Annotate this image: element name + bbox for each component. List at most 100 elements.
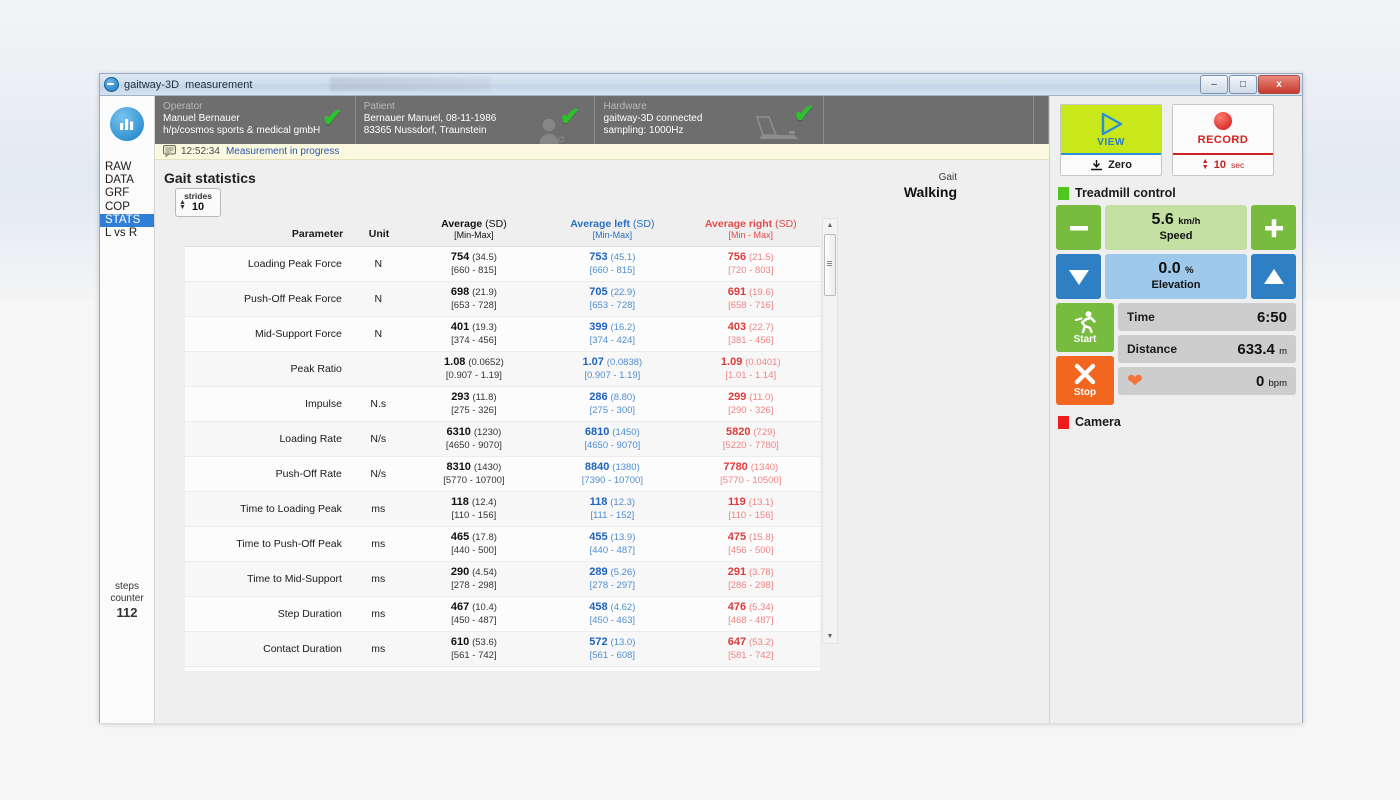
record-spinner-arrows[interactable]: ▲ ▼ [1202,158,1209,171]
cell-right-range: [381 - 456] [728,335,774,346]
cell-average-range: [4650 - 9070] [445,440,502,451]
maximize-button[interactable]: □ [1229,75,1257,94]
sidebar-item-label: L vs R [105,227,138,240]
table-row[interactable]: Time to Push-Off Peak ms 465 (17.8) [440 - … [185,526,820,562]
strides-spinner-arrows[interactable]: ▲ ▼ [179,199,186,211]
view-button[interactable]: VIEW Zero [1060,104,1162,176]
cell-average-left: 286 (8.80) [275 - 300] [543,386,682,422]
speed-decrease-button[interactable] [1056,205,1101,250]
cell-average-sd: (4.54) [472,567,497,578]
sidebar-item-data[interactable]: DATA [100,174,154,187]
cell-average-right: 647 (53.2) [581 - 742] [681,631,820,667]
table-row[interactable]: Push-Off Rate N/s 8310 (1430) [5770 - 10700… [185,456,820,492]
gait-statistics-header-table: Parameter Unit Average (SD) [Min-Max] Av… [185,218,820,246]
close-button[interactable]: x [1258,75,1300,94]
elevation-decrease-button[interactable] [1056,254,1101,299]
table-row[interactable]: Contact Duration ms 610 (53.6) [561 - 742] 5… [185,631,820,667]
zero-button[interactable]: Zero [1061,155,1161,175]
treadmill-status-square [1058,186,1069,200]
cell-left-value: 286 [589,391,608,403]
speed-increase-button[interactable] [1251,205,1296,250]
cell-parameter: Mid-Support Force [185,316,352,352]
minimize-button[interactable]: – [1200,75,1228,94]
scroll-up-arrow-icon[interactable]: ▲ [823,219,837,232]
sidebar-item-label: DATA [105,174,134,187]
cell-parameter: Time to Mid-Support [185,561,352,597]
table-body: Loading Peak Force N 754 (34.5) [660 - 815]… [185,247,820,671]
cell-right-sd: (3.78) [749,567,774,578]
window-titlebar[interactable]: gaitway-3D measurement – □ x [100,74,1302,96]
top-action-buttons: VIEW Zero RECORD ▲ ▼ 10 sec [1060,104,1296,176]
table-row[interactable]: Double Support Durationms139 (45.5)[108 … [185,666,820,671]
sidebar-item-label: STATS [105,213,141,226]
cell-average-sd: (17.8) [472,532,497,543]
cell-unit: ms [351,561,405,597]
sidebar-item-stats[interactable]: STATS [100,213,154,228]
cell-parameter: Peak Ratio [185,351,352,387]
cell-left-value: 458 [589,601,608,613]
status-panel-hardware[interactable]: Hardware gaitway-3D connected sampling: … [595,96,824,144]
elevation-increase-button[interactable] [1251,254,1296,299]
cell-right-value: 756 [727,251,747,263]
cell-average-sd: (53.6) [472,637,497,648]
cell-right-range: [5770 - 10500] [720,475,782,486]
cell-right-sd: (15.8) [749,532,774,543]
table-row[interactable]: Peak Ratio 1.08 (0.0652) [0.907 - 1.19] 1.0… [185,351,820,387]
cell-right-range: [658 - 716] [728,300,774,311]
cell-average-right: 403 (22.7) [381 - 456] [681,316,820,352]
speed-value: 5.6 [1151,210,1174,228]
main-content: Gait statistics Gait Walking ▲ ▼ strides … [155,160,1049,723]
cell-average-value: 118 [451,496,469,508]
cell-average-right: 691 (19.6) [658 - 716] [681,281,820,317]
right-control-panel: VIEW Zero RECORD ▲ ▼ 10 sec Treadmill co… [1049,96,1302,723]
cell-left-range: [278 - 297] [589,580,636,591]
sidebar-item-grf[interactable]: GRF [100,187,154,200]
table-row[interactable]: Step Duration ms 467 (10.4) [450 - 487] 458 … [185,596,820,632]
sidebar-item-cop[interactable]: COP [100,201,154,214]
cell-average: 139 (45.5)[108 - 264] [404,666,544,671]
speed-unit: km/h [1178,215,1201,227]
table-row[interactable]: Impulse N.s 293 (11.8) [275 - 326] 286 (8.80… [185,386,820,422]
cell-average-range: [440 - 500] [451,545,497,556]
table-row[interactable]: Time to Loading Peak ms 118 (12.4) [110 - 1… [185,491,820,527]
stop-button[interactable]: Stop [1056,356,1114,405]
status-panel-empty-1 [824,96,1034,144]
scrollbar-thumb[interactable] [824,234,836,296]
elevation-control-row: 0.0 % Elevation [1056,254,1296,299]
camera-section-header: Camera [1058,415,1296,429]
table-scrollbar[interactable]: ▲ ▼ [822,218,838,644]
table-row[interactable]: Loading Rate N/s 6310 (1230) [4650 - 9070] 6… [185,421,820,457]
window-title-doc: measurement [185,78,253,91]
table-scroll-area[interactable]: Loading Peak Force N 754 (34.5) [660 - 815]… [185,246,820,671]
status-panel-operator[interactable]: Operator Manuel Bernauer h/p/cosmos spor… [155,96,356,144]
table-row[interactable]: Mid-Support Force N 401 (19.3) [374 - 456] 3… [185,316,820,352]
sidebar-item-raw[interactable]: RAW [100,161,154,174]
treadmill-section-header: Treadmill control [1058,186,1296,200]
elevation-value-line: 0.0 % [1158,260,1193,278]
cell-average: 610 (53.6) [561 - 742] [404,631,544,667]
camera-preview-pane[interactable] [1056,439,1296,609]
scroll-down-arrow-icon[interactable]: ▼ [823,630,837,643]
status-panel-patient[interactable]: Patient Bernauer Manuel, 08-11-1986 8336… [356,96,596,144]
table-row[interactable]: Time to Mid-Support ms 290 (4.54) [278 - 29… [185,561,820,597]
cell-average-right: 5820 (729) [5220 - 7780] [681,421,820,457]
sidebar-item-l-vs-r[interactable]: L vs R [100,227,154,240]
cell-right-range: [5220 - 7780] [722,440,779,451]
start-button[interactable]: Start [1056,303,1114,352]
alert-bar: 12:52:34 Measurement in progress [155,144,1049,160]
minus-icon [1069,225,1088,230]
strides-stepper[interactable]: ▲ ▼ strides 10 [175,188,221,217]
table-row[interactable]: Loading Peak Force N 754 (34.5) [660 - 815]… [185,247,820,282]
cell-parameter: Contact Duration [185,631,352,667]
record-button[interactable]: RECORD ▲ ▼ 10 sec [1172,104,1274,176]
record-button-label: RECORD [1197,134,1249,146]
cell-average-sd: (1430) [473,462,502,473]
col-header-unit: Unit [368,228,390,240]
col-header-average-left-sd: (SD) [632,218,655,230]
cell-left-value: 705 [589,286,608,298]
record-duration-stepper[interactable]: ▲ ▼ 10 sec [1173,155,1273,175]
cell-average-right: 475 (15.8) [456 - 500] [681,526,820,562]
cell-average-left: 118 (12.3) [111 - 152] [543,491,682,527]
table-row[interactable]: Push-Off Peak Force N 698 (21.9) [653 - 728… [185,281,820,317]
cell-average-value: 754 [450,251,470,263]
